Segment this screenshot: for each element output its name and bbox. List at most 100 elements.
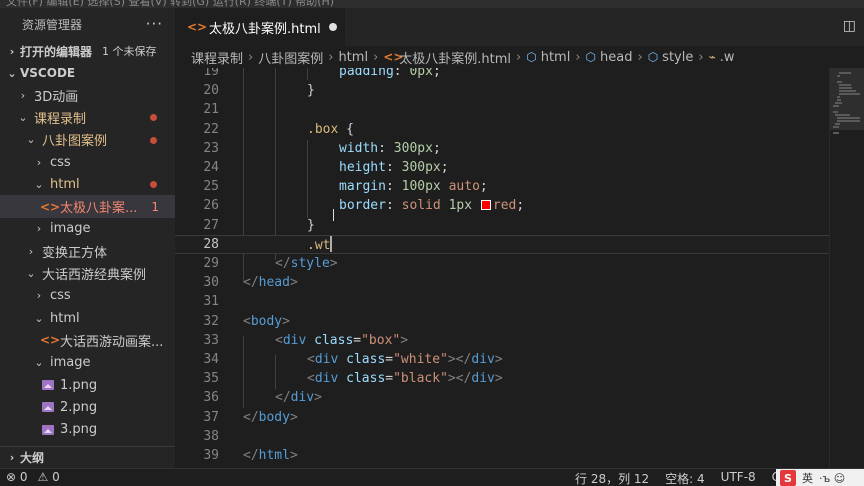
unsaved-dot-icon[interactable] (328, 23, 337, 31)
code-token: red (492, 198, 517, 214)
error-count[interactable]: ⊗ 0 (6, 470, 28, 484)
tree-item-image-file[interactable]: 3.png (0, 418, 175, 440)
code-line[interactable]: 38 (175, 427, 829, 446)
code-line[interactable]: 19 padding: 0px; (175, 68, 829, 81)
html-file-icon: <> (187, 20, 208, 34)
code-token: "white" (393, 352, 448, 367)
code-token: = (353, 332, 362, 348)
line-number: 21 (203, 102, 219, 118)
tree-item-folder[interactable]: ⌄ 课程录制 (0, 106, 175, 128)
more-icon[interactable]: ··· (146, 15, 163, 33)
tree-item-folder[interactable]: › css (0, 151, 175, 173)
breadcrumb-item[interactable]: .w (720, 50, 735, 65)
code-token: ></ (447, 352, 472, 367)
code-line[interactable]: 26 border: solid 1px red; (175, 196, 829, 215)
code-line[interactable]: 35 <div class="black"></div> (175, 369, 829, 388)
tree-item-folder[interactable]: › image (0, 218, 175, 240)
tree-item-folder[interactable]: › 变换正方体 (0, 240, 175, 262)
ime-toolbar[interactable]: S 英 ·ъ ☺ (776, 469, 864, 486)
code-editor[interactable]: 19 padding: 0px; 20} 21 22 .box {23 width: 300… (175, 68, 829, 468)
tree-item-image-file[interactable]: 1.png (0, 374, 175, 396)
tab-active-file[interactable]: <> 太极八卦案例.html (175, 8, 345, 46)
tree-item-html-file[interactable]: <> 太极八卦案... 1 (0, 195, 175, 218)
code-token: < (275, 332, 283, 348)
code-token: : (378, 140, 394, 156)
breadcrumb-item[interactable]: html (338, 50, 368, 65)
tree-item-folder[interactable]: ⌄ 八卦图案例 (0, 129, 175, 151)
modified-dot-icon (150, 181, 157, 189)
open-editors-label: 打开的编辑器 (20, 44, 93, 59)
code-line[interactable]: 21 (175, 100, 829, 119)
code-line[interactable]: 23 width: 300px; (175, 139, 829, 158)
code-line[interactable]: 20} (175, 81, 829, 100)
line-number: 37 (203, 409, 219, 425)
ime-language[interactable]: 英 (802, 470, 813, 486)
code-line[interactable]: 28 .wt (175, 234, 829, 254)
code-token: margin (339, 179, 386, 195)
line-number: 34 (203, 352, 219, 367)
minimap-line (833, 126, 840, 128)
breadcrumb-item[interactable]: style (662, 50, 693, 65)
code-line[interactable]: 27} (175, 216, 829, 235)
tree-item-folder[interactable]: ⌄ html (0, 307, 175, 329)
code-line[interactable]: 39 </html> (175, 446, 829, 465)
workspace-section[interactable]: ⌄ VSCODE (0, 62, 175, 84)
line-content: } (307, 218, 315, 233)
code-token: px (456, 198, 473, 214)
breadcrumb-item[interactable]: 八卦图案例 (258, 48, 323, 67)
tree-item-folder[interactable]: › 3D动画 (0, 84, 175, 106)
minimap-line (839, 87, 852, 89)
code-token: </ (243, 448, 259, 463)
warning-count[interactable]: ⚠ 0 (38, 470, 60, 484)
breadcrumb-item[interactable]: 课程录制 (191, 48, 243, 67)
tree-item-folder[interactable]: ⌄ image (0, 352, 175, 374)
split-editor-icon[interactable]: ◫ (843, 18, 856, 34)
outline-section[interactable]: › 大纲 (0, 446, 175, 468)
code-token: ></ (447, 371, 472, 387)
code-line[interactable]: 25 margin: 100px auto; (175, 177, 829, 196)
code-token: </ (275, 256, 291, 271)
code-line[interactable]: 30 </head> (175, 273, 829, 292)
code-line[interactable]: 22 .box { (175, 120, 829, 139)
line-number: 25 (203, 179, 219, 195)
tree-item-folder[interactable]: ⌄ html (0, 173, 175, 195)
line-number: 31 (203, 294, 219, 310)
encoding[interactable]: UTF-8 (721, 470, 756, 486)
breadcrumb-item[interactable]: html (541, 50, 571, 65)
code-token: class (346, 352, 386, 367)
tree-item-image-file[interactable]: 2.png (0, 396, 175, 418)
cursor-position[interactable]: 行 28，列 12 (575, 470, 649, 486)
breadcrumb-item[interactable]: 太极八卦案例.html (399, 48, 511, 67)
color-swatch-icon[interactable] (480, 200, 491, 211)
code-line[interactable]: 37 </body> (175, 408, 829, 427)
code-line[interactable]: 36 </div> (175, 388, 829, 407)
line-content: </html> (243, 448, 298, 463)
code-token: = (385, 371, 394, 387)
code-line[interactable]: 33 <div class="box"> (175, 331, 829, 350)
code-line[interactable]: 29 </style> (175, 254, 829, 273)
html-file-icon: <> (40, 333, 61, 348)
code-token: : (385, 160, 402, 175)
code-line[interactable]: 31 (175, 292, 829, 311)
open-editors-section[interactable]: › 打开的编辑器 1 个未保存 (0, 40, 175, 62)
minimap-line (839, 72, 851, 74)
tree-item-html-file[interactable]: <> 大话西游动画案... (0, 329, 175, 351)
indentation[interactable]: 空格: 4 (665, 470, 705, 486)
tree-item-folder[interactable]: ⌄ 大话西游经典案例 (0, 262, 175, 284)
code-token: body (250, 313, 283, 329)
code-line[interactable]: 24 height: 300px; (175, 158, 829, 177)
code-token: body (258, 409, 290, 425)
chevron-down-icon: ⌄ (34, 311, 44, 325)
code-line[interactable]: 34 <div class="white"></div> (175, 350, 829, 369)
problem-count-badge: 1 (151, 199, 159, 214)
breadcrumb-item[interactable]: head (600, 50, 632, 65)
ime-extra[interactable]: ·ъ ☺ (819, 472, 845, 485)
explorer-title: 资源管理器 (22, 17, 83, 32)
tree-item-folder[interactable]: › css (0, 285, 175, 307)
minimap[interactable] (829, 68, 864, 468)
code-token: : (385, 179, 402, 195)
unsaved-count: 1 个未保存 (102, 45, 157, 58)
minimap-line (839, 93, 860, 95)
code-line[interactable]: 32 <body> (175, 312, 829, 331)
